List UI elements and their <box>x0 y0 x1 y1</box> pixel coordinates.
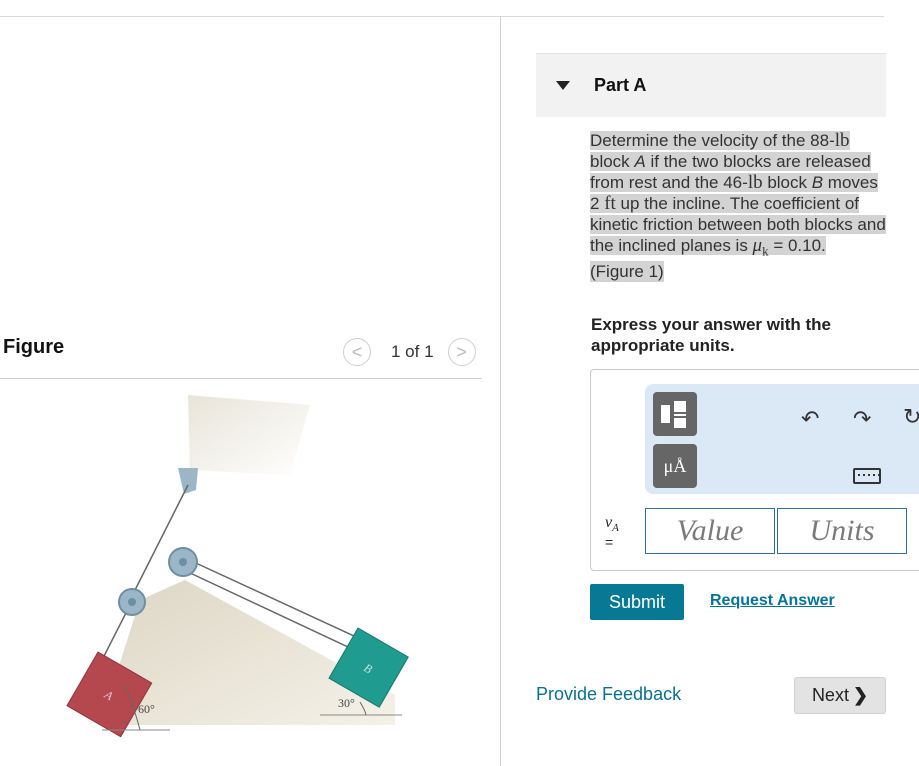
value-input[interactable]: Value <box>645 508 775 554</box>
units-placeholder: Units <box>809 514 875 547</box>
ceiling-support <box>188 395 310 475</box>
units-icon: μÅ <box>663 455 687 476</box>
keyboard-icon[interactable] <box>853 468 881 484</box>
problem-statement: Determine the velocity of the 88-lb bloc… <box>590 130 890 283</box>
value-placeholder: Value <box>676 514 744 547</box>
part-title: Part A <box>594 75 647 95</box>
next-label: Next <box>811 685 849 705</box>
provide-feedback-link[interactable]: Provide Feedback <box>536 684 681 705</box>
answer-variable: vA <box>605 514 619 535</box>
top-divider <box>0 16 884 17</box>
part-a-header[interactable]: Part A <box>536 53 886 117</box>
undo-icon[interactable]: ↶ <box>801 406 819 432</box>
request-answer-link[interactable]: Request Answer <box>710 592 835 610</box>
pane-divider <box>500 17 501 766</box>
ceiling-bracket <box>178 468 198 494</box>
figure-divider <box>0 378 482 379</box>
angle-b-label: 30° <box>338 696 355 710</box>
pager-count: 1 of 1 <box>391 342 434 361</box>
templates-button[interactable] <box>653 392 697 436</box>
units-input[interactable]: Units <box>777 508 907 554</box>
math-toolbar: μÅ ↶ ↷ ↻ <box>645 384 919 494</box>
problem-text: Determine the velocity of the 88-lb bloc… <box>590 130 886 259</box>
figure-pager: < 1 of 1 > <box>343 337 476 367</box>
pulley <box>179 558 187 566</box>
prev-figure-button[interactable]: < <box>343 338 371 366</box>
redo-icon[interactable]: ↷ <box>853 406 871 432</box>
chevron-right-icon: ❯ <box>852 685 869 705</box>
fraction-template-icon <box>661 401 686 428</box>
figure-diagram: A B 60° 30° <box>66 395 409 738</box>
next-button[interactable]: Next ❯ <box>794 677 886 714</box>
chevron-left-icon: < <box>351 341 363 362</box>
reset-icon[interactable]: ↻ <box>903 404 919 430</box>
units-button[interactable]: μÅ <box>653 444 697 488</box>
submit-button[interactable]: Submit <box>590 584 684 620</box>
angle-a-label: 60° <box>138 702 155 716</box>
caret-down-icon <box>556 81 570 90</box>
pulley <box>128 598 136 606</box>
answer-instructions: Express your answer with the appropriate… <box>591 315 831 355</box>
next-figure-button[interactable]: > <box>447 338 476 366</box>
equals-sign: = <box>605 534 614 550</box>
figure-title: Figure <box>3 336 65 358</box>
chevron-right-icon: > <box>456 341 467 362</box>
answer-box: μÅ ↶ ↷ ↻ vA = Value Units <box>590 369 919 571</box>
figure-link[interactable]: (Figure 1) <box>590 261 664 283</box>
